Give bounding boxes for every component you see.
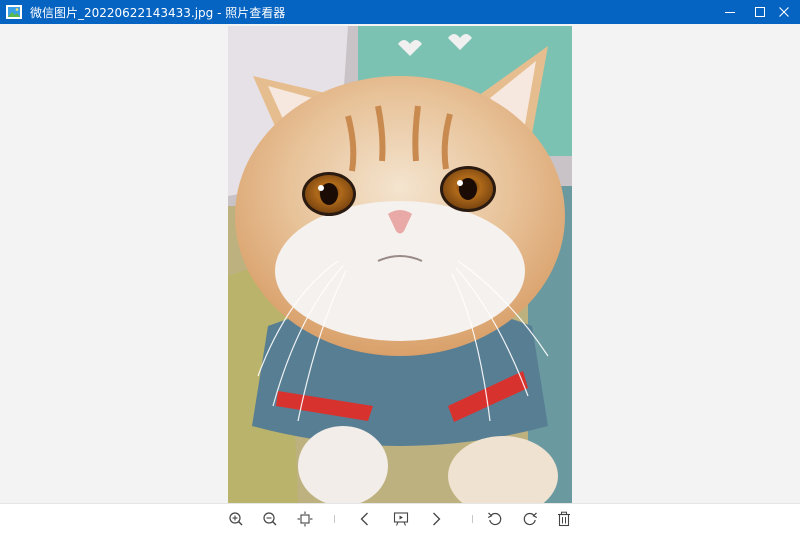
fit-to-window-button[interactable] xyxy=(295,509,315,529)
close-button[interactable] xyxy=(772,0,796,24)
fit-to-window-icon xyxy=(297,511,313,527)
next-button[interactable] xyxy=(426,509,446,529)
previous-button[interactable] xyxy=(355,509,375,529)
rotate-right-button[interactable] xyxy=(520,509,540,529)
maximize-button[interactable] xyxy=(748,0,772,24)
image-viewport[interactable] xyxy=(0,24,800,503)
window-title: 微信图片_20220622143433.jpg - 照片查看器 xyxy=(30,5,286,20)
toolbar-divider xyxy=(472,515,473,523)
minimize-button[interactable] xyxy=(718,0,742,24)
photo-viewer-app-icon xyxy=(4,2,24,22)
next-icon xyxy=(433,512,441,526)
close-icon xyxy=(779,7,789,17)
maximize-icon xyxy=(755,7,765,17)
cat-photo xyxy=(228,26,572,503)
title-bar: 微信图片_20220622143433.jpg - 照片查看器 xyxy=(0,0,800,24)
zoom-in-icon xyxy=(229,512,243,526)
zoom-out-icon xyxy=(263,512,277,526)
slideshow-icon xyxy=(393,512,409,526)
zoom-in-button[interactable] xyxy=(226,509,246,529)
delete-button[interactable] xyxy=(554,509,574,529)
zoom-out-button[interactable] xyxy=(260,509,280,529)
rotate-left-button[interactable] xyxy=(485,509,505,529)
toolbar-divider xyxy=(334,515,335,523)
bottom-toolbar xyxy=(0,503,800,533)
rotate-left-icon xyxy=(487,512,502,526)
rotate-right-icon xyxy=(523,512,538,526)
slideshow-button[interactable] xyxy=(391,509,411,529)
delete-icon xyxy=(558,511,570,527)
minimize-icon xyxy=(725,12,735,13)
previous-icon xyxy=(360,512,368,526)
